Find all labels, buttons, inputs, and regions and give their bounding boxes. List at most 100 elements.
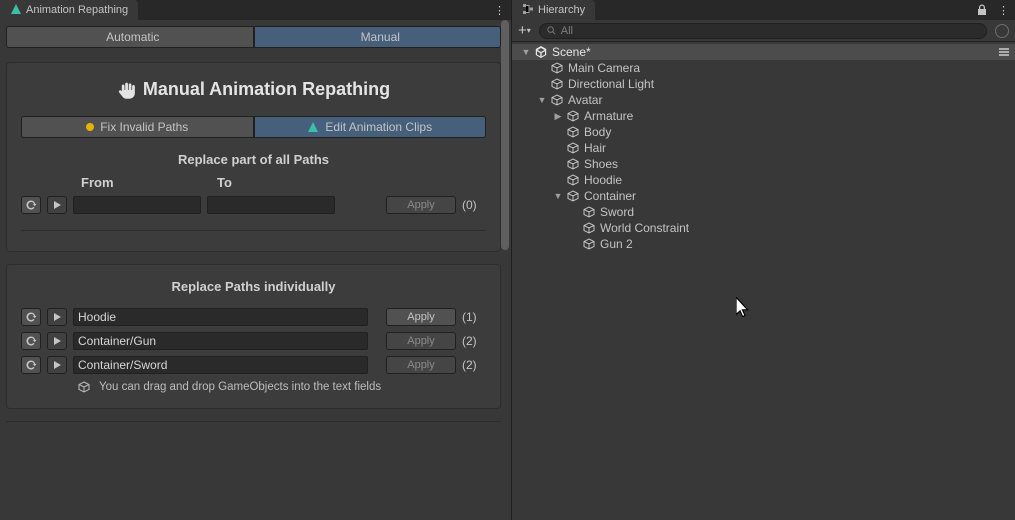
replace-from-input[interactable]	[73, 196, 201, 214]
apply-button[interactable]: Apply	[386, 332, 456, 350]
replace-to-input[interactable]	[207, 196, 335, 214]
reset-button[interactable]	[21, 196, 41, 214]
hierarchy-item[interactable]: Main Camera	[512, 60, 1015, 76]
cube-icon	[77, 380, 91, 394]
warning-dot-icon	[86, 123, 94, 131]
scene-visibility-button[interactable]	[995, 24, 1009, 38]
replace-all-count: (0)	[462, 198, 486, 212]
replace-all-row: Apply (0)	[21, 196, 486, 214]
hierarchy-item-label: Body	[582, 125, 611, 139]
path-input[interactable]	[73, 308, 368, 326]
hierarchy-panel: Hierarchy ⋮ +▾ All ▼ Scene*Main CameraDir…	[512, 0, 1015, 520]
reset-button[interactable]	[21, 332, 41, 350]
replace-individual-card: Replace Paths individually Apply(1)Apply…	[6, 264, 501, 409]
hierarchy-item[interactable]: Sword	[512, 204, 1015, 220]
hierarchy-search-input[interactable]: All	[539, 23, 987, 39]
tab-hierarchy[interactable]: Hierarchy	[512, 0, 595, 20]
path-count: (1)	[462, 310, 486, 324]
path-input[interactable]	[73, 332, 368, 350]
card-title: Manual Animation Repathing	[21, 73, 486, 116]
animation-repathing-panel: Animation Repathing ⋮ Automatic Manual	[0, 0, 512, 520]
apply-all-button[interactable]: Apply	[386, 196, 456, 214]
edit-animation-clips-button[interactable]: Edit Animation Clips	[254, 116, 487, 138]
hierarchy-item-label: Container	[582, 189, 636, 203]
play-button[interactable]	[47, 332, 67, 350]
replace-all-section-title: Replace part of all Paths	[21, 148, 486, 175]
replace-all-headers: From To	[21, 175, 486, 190]
path-input[interactable]	[73, 356, 368, 374]
hierarchy-item-label: Sword	[598, 205, 634, 219]
create-button[interactable]: +▾	[518, 22, 531, 39]
gameobject-icon	[582, 205, 596, 219]
gameobject-icon	[582, 221, 596, 235]
fix-invalid-paths-button[interactable]: Fix Invalid Paths	[21, 116, 254, 138]
gameobject-icon	[566, 189, 580, 203]
reset-button[interactable]	[21, 308, 41, 326]
path-row: Apply (2)	[21, 332, 486, 350]
mode-automatic-button[interactable]: Automatic	[6, 26, 254, 48]
mode-manual-label: Manual	[361, 30, 400, 44]
hierarchy-item[interactable]: ▼Avatar	[512, 92, 1015, 108]
apply-button[interactable]: Apply	[386, 356, 456, 374]
gameobject-icon	[566, 173, 580, 187]
card-title-text: Manual Animation Repathing	[143, 79, 390, 100]
hierarchy-item[interactable]: ▼ Container	[512, 188, 1015, 204]
hierarchy-toolbar: +▾ All	[512, 20, 1015, 42]
hierarchy-item-label: Gun 2	[598, 237, 633, 251]
gameobject-icon	[582, 237, 596, 251]
hierarchy-item[interactable]: Body	[512, 124, 1015, 140]
foldout-toggle[interactable]: ▼	[536, 95, 548, 105]
play-button[interactable]	[47, 308, 67, 326]
hierarchy-item[interactable]: Hair	[512, 140, 1015, 156]
path-count: (2)	[462, 334, 486, 348]
gameobject-icon	[566, 157, 580, 171]
play-button[interactable]	[47, 356, 67, 374]
search-placeholder: All	[561, 25, 573, 37]
hierarchy-item-label: Hair	[582, 141, 606, 155]
triangle-icon	[10, 3, 22, 18]
hierarchy-item-label: Scene*	[550, 45, 591, 59]
foldout-toggle[interactable]: ▶	[552, 111, 564, 122]
hierarchy-item[interactable]: World Constraint	[512, 220, 1015, 236]
manual-repathing-card: Manual Animation Repathing Fix Invalid P…	[6, 62, 501, 252]
apply-button[interactable]: Apply	[386, 308, 456, 326]
mode-manual-button[interactable]: Manual	[254, 26, 502, 48]
search-icon	[546, 25, 557, 36]
foldout-toggle[interactable]: ▼	[552, 191, 564, 201]
tab-menu-button[interactable]: ⋮	[488, 0, 511, 20]
path-row: Apply (2)	[21, 356, 486, 374]
gameobject-icon	[566, 141, 580, 155]
hierarchy-item[interactable]: Hoodie	[512, 172, 1015, 188]
hierarchy-item-label: Directional Light	[566, 77, 654, 91]
scene-root[interactable]: ▼ Scene*	[512, 44, 1015, 60]
hierarchy-item[interactable]: Directional Light	[512, 76, 1015, 92]
left-tab-strip: Animation Repathing ⋮	[0, 0, 511, 20]
tab-animation-repathing[interactable]: Animation Repathing	[0, 0, 138, 20]
gameobject-icon	[550, 77, 564, 91]
hierarchy-tree: ▼ Scene*Main CameraDirectional Light▼Avat…	[512, 42, 1015, 254]
path-row: Apply (1)	[21, 308, 486, 326]
hierarchy-icon	[522, 3, 534, 18]
hierarchy-item[interactable]: Gun 2	[512, 236, 1015, 252]
tab-menu-button[interactable]: ⋮	[998, 4, 1009, 17]
foldout-toggle[interactable]: ▼	[520, 47, 532, 57]
hierarchy-item[interactable]: ▶Armature	[512, 108, 1015, 124]
hierarchy-item-label: Shoes	[582, 157, 618, 171]
gameobject-icon	[566, 125, 580, 139]
path-count: (2)	[462, 358, 486, 372]
hint-text: You can drag and drop GameObjects into t…	[99, 381, 381, 393]
hierarchy-item-label: World Constraint	[598, 221, 689, 235]
sub-mode-segmented-control: Fix Invalid Paths Edit Animation Clips	[21, 116, 486, 138]
reset-button[interactable]	[21, 356, 41, 374]
tab-label: Animation Repathing	[26, 4, 128, 16]
gameobject-icon	[550, 61, 564, 75]
replace-individual-section-title: Replace Paths individually	[21, 275, 486, 302]
menu-icon[interactable]	[997, 45, 1011, 59]
play-button[interactable]	[47, 196, 67, 214]
left-scrollbar[interactable]	[499, 20, 511, 520]
edit-animation-clips-label: Edit Animation Clips	[325, 120, 432, 134]
hierarchy-item[interactable]: Shoes	[512, 156, 1015, 172]
drag-drop-hint: You can drag and drop GameObjects into t…	[21, 374, 486, 394]
lock-icon[interactable]	[976, 4, 988, 16]
hand-icon	[117, 81, 135, 99]
